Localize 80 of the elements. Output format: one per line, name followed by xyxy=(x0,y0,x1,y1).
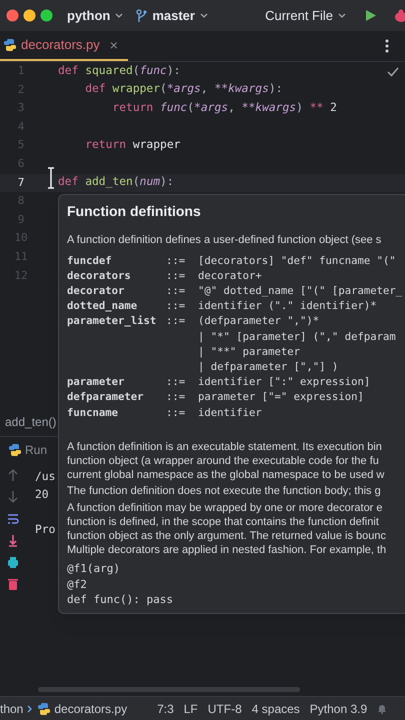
grammar-rule: | defparameter [","] ) xyxy=(198,360,338,375)
interpreter[interactable]: Python 3.9 xyxy=(310,700,368,718)
close-tab-button[interactable]: × xyxy=(110,34,118,56)
grammar-operator: ::= xyxy=(166,406,186,421)
check-icon xyxy=(387,67,399,77)
run-icon[interactable] xyxy=(365,9,377,22)
grammar-term: funcname xyxy=(67,406,120,421)
grammar-operator: ::= xyxy=(166,284,186,299)
grammar-rule: (defparameter ",")* xyxy=(198,314,320,330)
grammar-rule: [decorators] "def" funcname "(" xyxy=(198,254,396,268)
cursor-position[interactable]: 7:3 xyxy=(157,700,174,718)
more-options-icon[interactable] xyxy=(385,39,389,53)
grammar-term: defparameter xyxy=(67,390,145,406)
window-control-icon[interactable] xyxy=(23,9,36,22)
grammar-rule: identifier ("." identifier)* xyxy=(198,299,377,314)
horizontal-scrollbar[interactable] xyxy=(38,686,300,692)
console-output: 20 xyxy=(35,487,50,503)
file-tab[interactable]: decorators.py × xyxy=(0,31,128,61)
grammar-rule: "@" dotted_name ["(" [parameter_ xyxy=(198,284,402,299)
chevron-down-icon xyxy=(114,11,124,20)
grammar-term: dotted_name xyxy=(67,299,138,314)
grammar-term: funcdef xyxy=(67,254,113,268)
project-dropdown[interactable]: python xyxy=(67,6,124,26)
line-ending[interactable]: LF xyxy=(184,700,198,718)
chevron-down-icon xyxy=(198,11,209,20)
run-configuration-dropdown[interactable]: Current File xyxy=(265,6,347,26)
soft-wrap-icon[interactable] xyxy=(7,512,19,525)
file-encoding[interactable]: UTF-8 xyxy=(208,700,242,718)
breadcrumb-item[interactable]: decorators.py xyxy=(54,700,128,718)
paragraph-text: A function definition is an executable statement. Its execution bin function object (a wrapper around the executable code for the fu current global namespace as the global namespace to be used w xyxy=(67,440,386,482)
code-line: return wrapper xyxy=(84,137,180,154)
bug-icon[interactable] xyxy=(393,8,405,22)
grammar-operator: ::= xyxy=(166,268,186,284)
run-tab[interactable]: Run xyxy=(8,440,48,458)
python-icon xyxy=(8,442,22,456)
description-text: A function definition defines a user-defined function object (see s xyxy=(67,233,382,248)
grammar-operator: ::= xyxy=(166,254,186,268)
indent-setting[interactable]: 4 spaces xyxy=(252,700,300,718)
window-control-icon[interactable] xyxy=(40,9,53,22)
branch-icon xyxy=(136,8,148,22)
python-file-icon xyxy=(37,702,52,716)
grammar-operator: ::= xyxy=(166,390,186,406)
branch-dropdown[interactable]: master xyxy=(136,6,209,26)
trash-icon[interactable] xyxy=(7,578,19,591)
console-output: Pro xyxy=(35,522,56,538)
console-output: /us xyxy=(35,469,56,485)
code-example: @f1(arg) @f2 def func(): pass xyxy=(67,561,174,608)
grammar-operator: ::= xyxy=(166,375,186,390)
breadcrumb-item[interactable]: thon xyxy=(0,700,24,718)
grammar-operator: ::= xyxy=(166,314,186,330)
window-control-icon[interactable] xyxy=(6,9,19,22)
code-line: def squared(func): xyxy=(58,62,180,79)
code-line: def add_ten(num): xyxy=(58,174,174,190)
popup-title: Function definitions xyxy=(67,202,202,221)
grammar-rule: parameter ["=" expression] xyxy=(198,390,364,406)
grammar-rule: | "*" [parameter] ("," defparam xyxy=(198,330,396,345)
line-number: 7 xyxy=(16,174,26,191)
code-line: return func(*args, **kwargs) ** 2 xyxy=(111,100,337,116)
breadcrumb[interactable]: add_ten() xyxy=(5,413,56,431)
grammar-operator: ::= xyxy=(166,299,186,314)
text-cursor-icon xyxy=(47,167,55,189)
scroll-to-end-icon[interactable] xyxy=(7,534,19,547)
grammar-term: decorator xyxy=(67,284,126,299)
paragraph-text: A function definition may be wrapped by one or more decorator e function is defined, in the scope that contains the function definit function object as the only argument. The returned value is bounc Multiple decorators are applied in nested fashion. For example, th xyxy=(67,500,388,558)
grammar-rule: | "**" parameter xyxy=(198,344,300,360)
grammar-rule: decorator+ xyxy=(198,268,262,284)
bell-icon[interactable] xyxy=(377,703,388,714)
paragraph-text: The function definition does not execute the function body; this g xyxy=(67,484,382,499)
code-line: def wrapper(*args, **kwargs): xyxy=(84,81,282,98)
grammar-term: parameter_list xyxy=(67,314,158,330)
down-arrow-icon[interactable] xyxy=(7,490,19,503)
up-arrow-icon[interactable] xyxy=(7,468,19,481)
chevron-right-icon xyxy=(26,704,34,714)
grammar-rule: identifier xyxy=(198,406,262,421)
python-file-icon xyxy=(3,38,17,52)
grammar-term: decorators xyxy=(67,268,132,284)
printer-icon[interactable] xyxy=(7,556,19,569)
grammar-term: parameter xyxy=(67,375,126,390)
grammar-rule: identifier [":" expression] xyxy=(198,375,370,390)
chevron-down-icon xyxy=(337,11,347,20)
